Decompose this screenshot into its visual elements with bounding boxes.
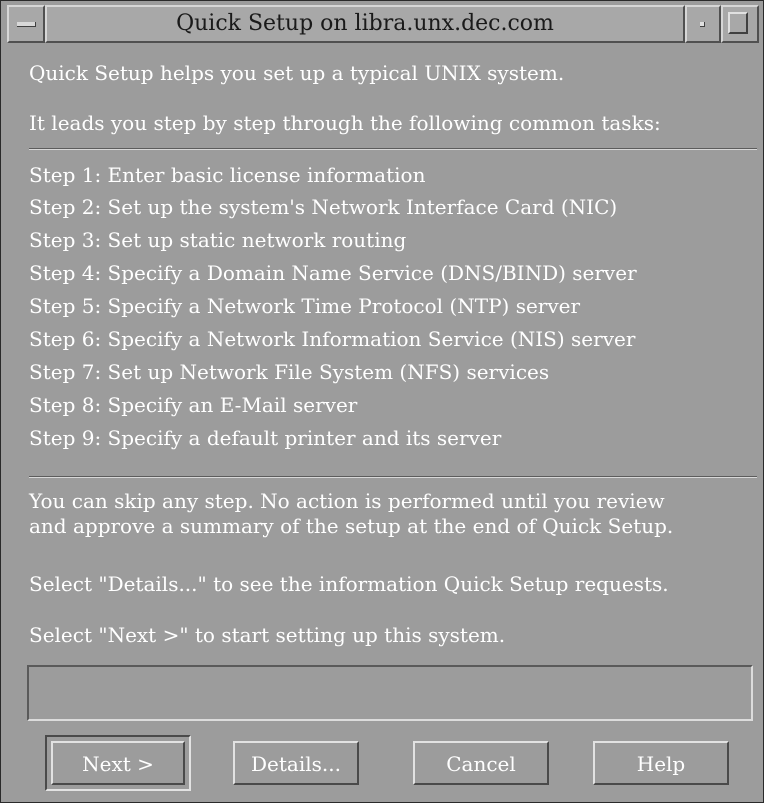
maximize-button[interactable]: [721, 5, 759, 43]
intro-text: Quick Setup helps you set up a typical U…: [29, 61, 565, 85]
minimize-button[interactable]: [685, 5, 721, 43]
step-item-6: Step 6: Specify a Network Information Se…: [29, 327, 636, 351]
maximize-icon: [728, 12, 748, 34]
separator-bottom: [29, 476, 757, 478]
separator-top: [29, 148, 757, 150]
step-item-5: Step 5: Specify a Network Time Protocol …: [29, 294, 581, 318]
skip-note-line-1: You can skip any step. No action is perf…: [29, 489, 665, 513]
window-menu-icon: [17, 22, 36, 27]
intro-text-tasks: It leads you step by step through the fo…: [29, 111, 661, 135]
minimize-icon: [700, 22, 705, 27]
next-button[interactable]: Next >: [51, 741, 185, 785]
step-item-1: Step 1: Enter basic license information: [29, 163, 426, 187]
step-item-7: Step 7: Set up Network File System (NFS)…: [29, 360, 550, 384]
step-item-9: Step 9: Specify a default printer and it…: [29, 426, 502, 450]
skip-note-line-2: and approve a summary of the setup at th…: [29, 514, 674, 538]
step-item-4: Step 4: Specify a Domain Name Service (D…: [29, 261, 637, 285]
next-hint: Select "Next >" to start setting up this…: [29, 623, 506, 647]
details-button[interactable]: Details...: [233, 741, 359, 785]
window-title[interactable]: Quick Setup on libra.unx.dec.com: [45, 5, 685, 43]
title-bar[interactable]: Quick Setup on libra.unx.dec.com: [7, 5, 759, 43]
step-item-8: Step 8: Specify an E-Mail server: [29, 393, 358, 417]
step-item-2: Step 2: Set up the system's Network Inte…: [29, 195, 618, 219]
cancel-button[interactable]: Cancel: [413, 741, 549, 785]
dialog-content: Quick Setup helps you set up a typical U…: [9, 45, 759, 797]
window-menu-button[interactable]: [7, 5, 45, 43]
details-hint: Select "Details..." to see the informati…: [29, 572, 669, 596]
step-item-3: Step 3: Set up static network routing: [29, 228, 407, 252]
message-area: [27, 665, 753, 721]
help-button[interactable]: Help: [593, 741, 729, 785]
quick-setup-window: Quick Setup on libra.unx.dec.com Quick S…: [0, 0, 764, 803]
